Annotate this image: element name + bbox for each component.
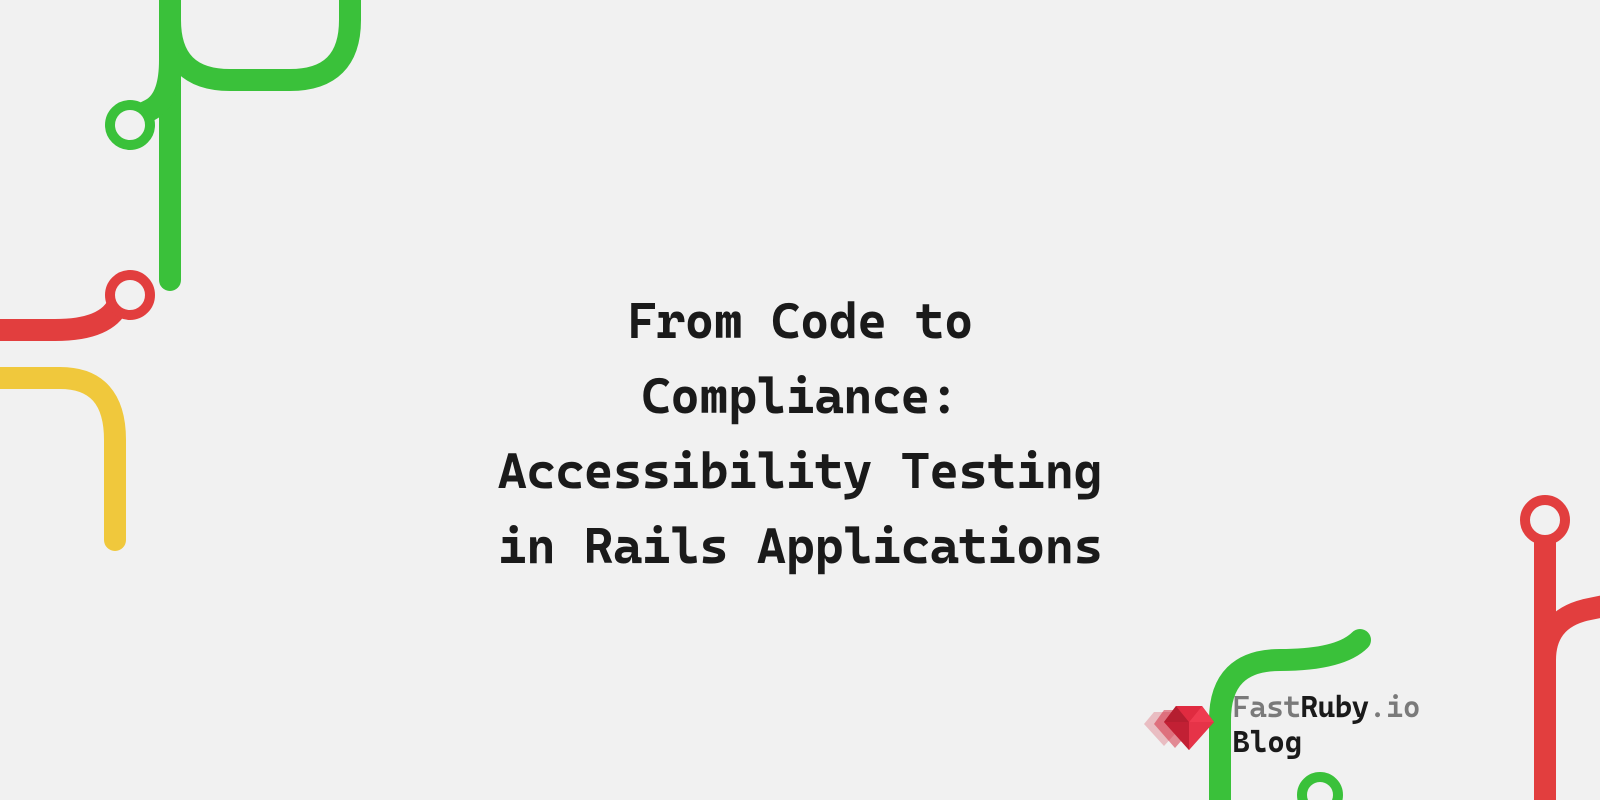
brand-subtitle: Blog <box>1232 726 1420 761</box>
ruby-icon <box>1144 698 1214 754</box>
brand-name: FastRuby.io <box>1232 691 1420 726</box>
brand-block: FastRuby.io Blog <box>1144 691 1420 760</box>
brand-text: FastRuby.io Blog <box>1232 691 1420 760</box>
article-title: From Code to Compliance: Accessibility T… <box>498 284 1103 584</box>
brand-suffix: .io <box>1369 690 1420 725</box>
brand-prefix: Fast <box>1232 690 1300 725</box>
brand-bold: Ruby <box>1300 690 1368 725</box>
